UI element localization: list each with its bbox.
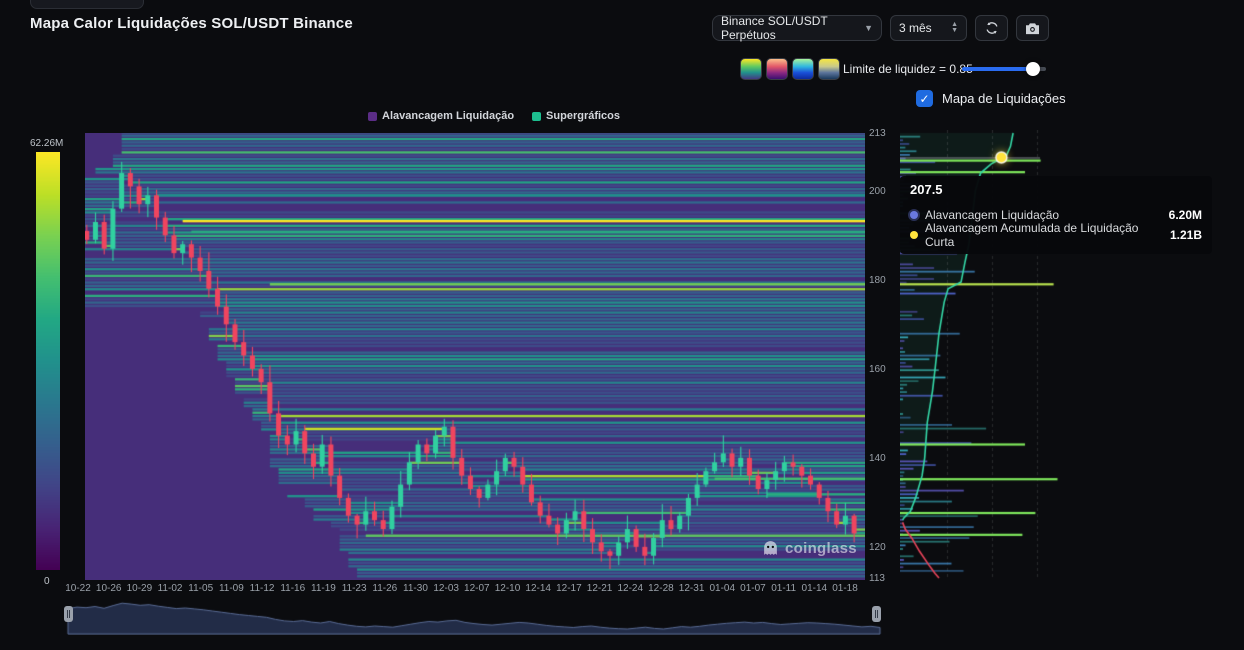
x-axis-tick: 01-14 [802, 583, 828, 594]
x-axis-tick: 11-16 [280, 583, 305, 594]
liquidity-threshold-slider[interactable] [962, 67, 1046, 71]
tooltip-label: Alavancagem Acumulada de Liquidação Curt… [925, 221, 1163, 249]
x-axis-tick: 12-28 [648, 583, 674, 594]
tooltip-marker-yellow [910, 231, 918, 239]
chart-legend: Alavancagem Liquidação Supergráficos [368, 110, 620, 122]
legend-swatch-green [532, 112, 541, 121]
legend-item-liquidation[interactable]: Alavancagem Liquidação [368, 110, 514, 122]
x-axis-tick: 11-09 [219, 583, 244, 594]
colorbar-min-label: 0 [44, 576, 50, 587]
tooltip-label: Alavancagem Liquidação [925, 208, 1059, 222]
x-axis-tick: 12-17 [556, 583, 582, 594]
x-axis-tick: 11-02 [158, 583, 183, 594]
navigator-handle-right[interactable] [872, 606, 881, 622]
x-axis-tick: 01-11 [771, 583, 796, 594]
pair-select-value: Binance SOL/USDT Perpétuos [721, 14, 864, 42]
x-axis-tick: 01-07 [740, 583, 766, 594]
chevron-down-icon: ▼ [864, 24, 873, 33]
x-axis-tick: 11-23 [342, 583, 367, 594]
palette-viridis-button[interactable] [740, 58, 762, 80]
range-select[interactable]: 3 mês ▲▼ [890, 15, 967, 41]
x-axis-tick: 10-29 [127, 583, 153, 594]
y-axis-tick: 213 [869, 128, 886, 139]
x-axis-tick: 12-07 [464, 583, 490, 594]
liquidation-heatmap-page: Mapa Calor Liquidações SOL/USDT Binance … [0, 0, 1244, 650]
x-axis-tick: 01-18 [832, 583, 858, 594]
x-axis-tick: 12-10 [495, 583, 521, 594]
colorbar-gradient [36, 152, 60, 570]
y-axis-tick: 160 [869, 364, 886, 375]
y-axis-tick: 140 [869, 453, 886, 464]
camera-icon [1025, 22, 1040, 35]
x-axis-tick: 12-21 [587, 583, 613, 594]
stepper-icon: ▲▼ [951, 22, 958, 34]
legend-label: Alavancagem Liquidação [382, 110, 514, 122]
liquidation-heatmap-canvas[interactable] [85, 133, 865, 580]
x-axis-tick: 11-12 [250, 583, 275, 594]
x-axis-tick: 12-14 [525, 583, 551, 594]
tooltip-price: 207.5 [910, 182, 1202, 197]
chart-tooltip: 207.5 Alavancagem Liquidação 6.20M Alava… [900, 176, 1212, 254]
x-axis-tick: 12-31 [679, 583, 705, 594]
watermark: coinglass [762, 540, 857, 557]
legend-label: Supergráficos [546, 110, 620, 122]
refresh-icon [985, 21, 999, 35]
page-title: Mapa Calor Liquidações SOL/USDT Binance [30, 15, 353, 32]
x-axis-tick: 11-19 [311, 583, 336, 594]
navigator-handle-left[interactable] [64, 606, 73, 622]
tooltip-marker-blue [910, 211, 918, 219]
liquidity-threshold-label: Limite de liquidez = 0.85 [843, 62, 973, 76]
liquidation-map-label: Mapa de Liquidações [942, 91, 1066, 106]
navigator-canvas[interactable] [66, 597, 882, 635]
tooltip-value: 6.20M [1169, 208, 1202, 222]
x-axis-tick: 11-26 [372, 583, 397, 594]
palette-blue-button[interactable] [792, 58, 814, 80]
liquidation-map-checkbox[interactable]: ✓ [916, 90, 933, 107]
y-axis-tick: 120 [869, 542, 886, 553]
x-axis-tick: 12-03 [433, 583, 459, 594]
screenshot-button[interactable] [1016, 15, 1049, 41]
x-axis-tick: 12-24 [617, 583, 643, 594]
legend-item-supercharts[interactable]: Supergráficos [532, 110, 620, 122]
pair-select[interactable]: Binance SOL/USDT Perpétuos ▼ [712, 15, 882, 41]
y-axis-tick: 180 [869, 275, 886, 286]
x-axis-tick: 10-26 [96, 583, 122, 594]
tooltip-value: 1.21B [1170, 228, 1202, 242]
y-axis-tick: 200 [869, 186, 886, 197]
palette-row [740, 58, 840, 80]
x-axis-tick: 01-04 [709, 583, 735, 594]
watermark-text: coinglass [785, 540, 857, 557]
palette-magma-button[interactable] [766, 58, 788, 80]
x-axis-tick: 10-22 [65, 583, 91, 594]
top-tab-fragment[interactable] [30, 0, 144, 9]
palette-cividis-button[interactable] [818, 58, 840, 80]
x-axis-tick: 11-30 [403, 583, 428, 594]
colorbar-max-label: 62.26M [30, 138, 63, 149]
tooltip-row: Alavancagem Acumulada de Liquidação Curt… [910, 225, 1202, 245]
x-axis-tick: 11-05 [188, 583, 213, 594]
y-axis-tick: 113 [869, 573, 885, 584]
coinglass-ghost-icon [762, 540, 779, 557]
range-select-value: 3 mês [899, 21, 932, 35]
slider-fill [962, 67, 1033, 71]
liquidation-map-toggle-row: ✓ Mapa de Liquidações [916, 90, 1066, 107]
legend-swatch-purple [368, 112, 377, 121]
refresh-button[interactable] [975, 15, 1008, 41]
slider-thumb[interactable] [1026, 62, 1040, 76]
